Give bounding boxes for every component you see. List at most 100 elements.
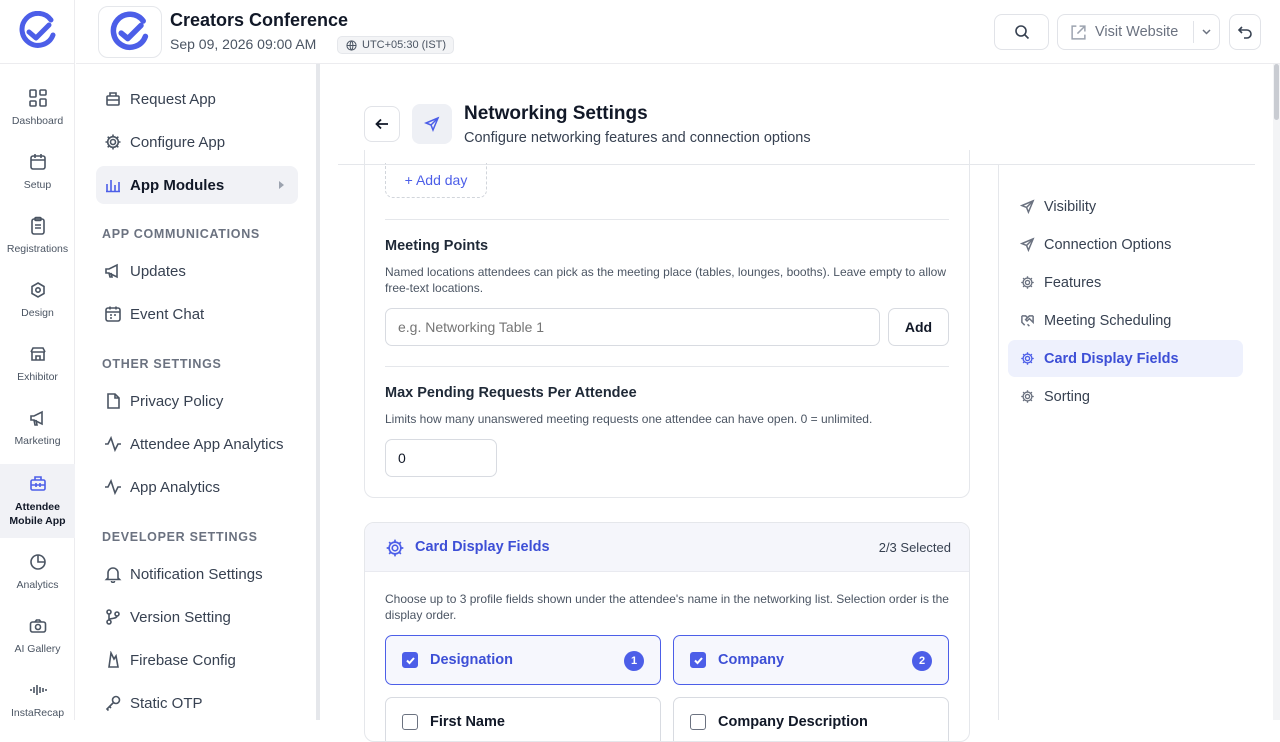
sidebar-item-label: Attendee App Analytics (130, 435, 284, 453)
app-logo-icon[interactable] (18, 11, 58, 51)
toc-item-card-display-fields[interactable]: Card Display Fields (1008, 340, 1243, 377)
waveform-icon (29, 684, 47, 695)
document-icon (107, 393, 120, 409)
search-button[interactable] (994, 14, 1049, 50)
checkbox[interactable] (690, 652, 706, 668)
sidebar-item-configure-app[interactable]: Configure App (96, 123, 298, 161)
field-option-company[interactable]: Company 2 (673, 635, 949, 685)
toc-label: Card Display Fields (1044, 350, 1179, 367)
meeting-point-input[interactable] (385, 308, 880, 346)
rail-item-instarecap[interactable]: InstaRecap (0, 668, 75, 732)
max-pending-input[interactable]: 0 (385, 439, 497, 477)
checkbox[interactable] (690, 714, 706, 730)
toc-item-features[interactable]: Features (1008, 264, 1243, 301)
visit-website-button[interactable]: Visit Website (1057, 14, 1220, 50)
event-date: Sep 09, 2026 09:00 AM (170, 36, 317, 52)
field-option-label: Company (718, 652, 785, 668)
page-title: Networking Settings (464, 103, 648, 124)
sidebar-scrollbar[interactable] (316, 64, 320, 720)
timezone-label: UTC+05:30 (IST) (362, 39, 447, 51)
scrollbar-thumb[interactable] (1274, 64, 1279, 120)
arrow-left-icon (375, 118, 388, 130)
sidebar-item-request-app[interactable]: Request App (96, 80, 298, 118)
meeting-points-label: Meeting Points (385, 238, 489, 254)
divider (385, 366, 949, 367)
rail-item-label: Setup (23, 178, 52, 191)
add-meeting-point-button[interactable]: Add (888, 308, 949, 346)
rail-item-setup[interactable]: Setup (0, 140, 75, 204)
rail-item-design[interactable]: Design (0, 268, 75, 332)
field-option-label: First Name (430, 714, 505, 730)
app-sidebar: Request App Configure App App Modules AP… (78, 64, 316, 720)
gear-icon (1021, 390, 1034, 403)
sidebar-item-label: Updates (130, 262, 186, 280)
sidebar-item-app-analytics[interactable]: App Analytics (96, 468, 298, 506)
toc-item-visibility[interactable]: Visibility (1008, 188, 1243, 225)
sidebar-item-label: Configure App (130, 133, 226, 151)
checkbox[interactable] (402, 652, 418, 668)
event-logo-icon (110, 11, 150, 52)
palette-icon (30, 281, 45, 298)
toc-item-connection-options[interactable]: Connection Options (1008, 226, 1243, 263)
field-option-designation[interactable]: Designation 1 (385, 635, 661, 685)
sidebar-item-label: Request App (130, 90, 216, 108)
chevron-down-icon[interactable] (1201, 28, 1212, 36)
megaphone-icon (29, 410, 43, 426)
sidebar-item-event-chat[interactable]: Event Chat (96, 295, 298, 333)
main-scrollbar[interactable] (1273, 64, 1280, 720)
sidebar-item-version-setting[interactable]: Version Setting (96, 598, 298, 636)
rail-item-attendee-mobile-app[interactable]: Attendee Mobile App (0, 464, 75, 538)
send-icon (1020, 237, 1035, 252)
toc-item-sorting[interactable]: Sorting (1008, 378, 1243, 415)
sidebar-item-static-otp[interactable]: Static OTP (96, 684, 298, 722)
sidebar-item-privacy-policy[interactable]: Privacy Policy (96, 382, 298, 420)
undo-button[interactable] (1229, 14, 1261, 50)
max-pending-label: Max Pending Requests Per Attendee (385, 385, 637, 401)
split-divider (1193, 21, 1194, 43)
gear-icon (1021, 276, 1034, 289)
gear-icon (386, 539, 404, 557)
rail-item-marketing[interactable]: Marketing (0, 396, 75, 460)
toc-item-meeting-scheduling[interactable]: Meeting Scheduling (1008, 302, 1243, 339)
sidebar-item-app-modules[interactable]: App Modules (96, 166, 298, 204)
back-button[interactable] (364, 106, 400, 142)
timezone-badge: UTC+05:30 (IST) (337, 36, 455, 54)
key-icon (105, 695, 121, 712)
check-icon (693, 656, 703, 664)
checkbox[interactable] (402, 714, 418, 730)
sidebar-item-label: Notification Settings (130, 565, 263, 583)
handshake-icon (1021, 315, 1034, 327)
top-bar: Creators Conference Sep 09, 2026 09:00 A… (76, 0, 1280, 64)
sidebar-item-label: Version Setting (130, 608, 231, 626)
rail-item-ai-gallery[interactable]: AI Gallery (0, 604, 75, 668)
rail-item-registrations[interactable]: Registrations (0, 204, 75, 268)
section-heading-other-settings: OTHER SETTINGS (102, 357, 222, 371)
toc-label: Features (1044, 274, 1102, 291)
sidebar-item-attendee-app-analytics[interactable]: Attendee App Analytics (96, 425, 298, 463)
toc-label: Sorting (1044, 388, 1090, 405)
sidebar-item-updates[interactable]: Updates (96, 252, 298, 290)
visit-website-label: Visit Website (1095, 24, 1179, 40)
rail-divider (0, 63, 75, 64)
max-pending-help: Limits how many unanswered meeting reque… (385, 412, 873, 426)
activity-icon (105, 435, 121, 453)
card-display-fields-card: Card Display Fields 2/3 Selected Choose … (364, 522, 970, 742)
rail-item-analytics[interactable]: Analytics (0, 540, 75, 604)
mobile-app-icon (29, 476, 46, 491)
sidebar-item-label: Event Chat (130, 305, 205, 323)
max-pending-value: 0 (398, 450, 406, 466)
sidebar-item-notification-settings[interactable]: Notification Settings (96, 555, 298, 593)
section-heading-developer-settings: DEVELOPER SETTINGS (102, 530, 258, 544)
add-day-button[interactable]: + Add day (385, 163, 487, 198)
sidebar-item-label: App Modules (130, 176, 225, 194)
sidebar-item-firebase-config[interactable]: Firebase Config (96, 641, 298, 679)
rail-item-label: Registrations (6, 242, 69, 255)
rail-item-dashboard[interactable]: Dashboard (0, 76, 75, 140)
sidebar-item-label: App Analytics (130, 478, 221, 496)
meeting-points-help: Named locations attendees can pick as th… (385, 265, 946, 295)
rail-item-label: Attendee Mobile App (9, 500, 66, 527)
grid-icon (28, 89, 47, 107)
rail-item-exhibitor[interactable]: Exhibitor (0, 332, 75, 396)
camera-icon (29, 619, 46, 633)
page-icon (412, 104, 452, 144)
